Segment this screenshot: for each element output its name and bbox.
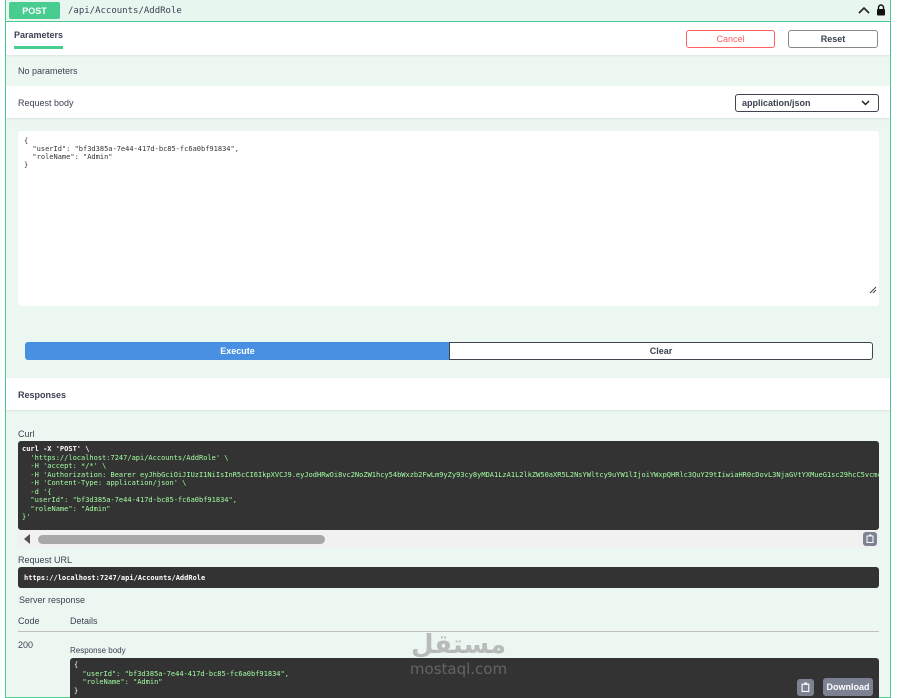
request-url-value: https://localhost:7247/api/Accounts/AddR…: [18, 567, 879, 588]
editor-line: "userId": "bf3d385a-7e44-417d-bc85-fc6a0…: [24, 145, 239, 153]
curl-line: 'https://localhost:7247/api/Accounts/Add…: [22, 453, 229, 462]
curl-line: -H 'Authorization: Bearer eyJhbGciOiJIUz…: [30, 470, 879, 479]
copy-response-button[interactable]: [797, 679, 814, 696]
execute-button[interactable]: Execute: [25, 342, 450, 360]
response-line: }: [74, 686, 79, 695]
method-badge: POST: [9, 2, 60, 19]
cancel-button[interactable]: Cancel: [686, 30, 775, 48]
curl-line: -d '{: [22, 487, 52, 496]
curl-line: curl -X 'POST' \: [22, 445, 90, 453]
scrollbar-thumb[interactable]: [38, 535, 325, 544]
curl-line: }': [22, 513, 31, 521]
no-parameters-text: No parameters: [18, 66, 78, 76]
chevron-up-icon[interactable]: [858, 5, 870, 17]
operation-path: /api/Accounts/AddRole: [68, 5, 182, 16]
clipboard-icon: [866, 534, 875, 545]
curl-line: -H 'accept: */*' \: [22, 462, 107, 470]
curl-line: "userId": "bf3d385a-7e44-417d-bc85-fc6a0…: [22, 496, 237, 504]
resize-handle-icon[interactable]: [844, 278, 877, 304]
response-body-label: Response body: [70, 646, 126, 655]
lock-icon[interactable]: [876, 4, 886, 18]
editor-line: {: [24, 137, 29, 145]
curl-code-block: curl -X 'POST' \ 'https://localhost:7247…: [18, 441, 879, 530]
curl-horizontal-scrollbar[interactable]: [18, 530, 879, 548]
curl-line: -H 'Content-Type: application/json' \: [22, 479, 187, 487]
details-column-header: Details: [70, 616, 98, 626]
copy-curl-button[interactable]: [863, 532, 877, 546]
responses-header: Responses: [6, 378, 890, 410]
content-type-value: application/json: [742, 98, 811, 108]
watermark-latin: mostaql.com: [409, 660, 508, 678]
server-response-label: Server response: [19, 595, 86, 605]
responses-title: Responses: [18, 390, 67, 400]
reset-button[interactable]: Reset: [788, 30, 878, 48]
curl-label: Curl: [18, 429, 35, 439]
tab-parameters[interactable]: Parameters: [14, 30, 64, 49]
editor-line: }: [24, 161, 29, 169]
status-code: 200: [18, 640, 34, 650]
content-type-select[interactable]: application/json: [735, 94, 879, 112]
request-url-label: Request URL: [18, 555, 73, 565]
summary-icons: [858, 4, 886, 18]
scroll-left-arrow-icon[interactable]: [24, 534, 30, 544]
clear-button[interactable]: Clear: [449, 342, 873, 360]
watermark-arabic: مستقل: [410, 630, 507, 660]
code-column-header: Code: [18, 616, 40, 626]
editor-line: "roleName": "Admin": [24, 153, 113, 161]
curl-line: "roleName": "Admin": [22, 504, 111, 513]
operation-summary[interactable]: POST /api/Accounts/AddRole: [6, 0, 890, 22]
request-body-label: Request body: [18, 98, 74, 108]
parameters-header: Parameters Cancel Reset: [6, 22, 890, 55]
operation-block: POST /api/Accounts/AddRole Parameters Ca…: [5, 0, 891, 698]
request-body-editor[interactable]: { "userId": "bf3d385a-7e44-417d-bc85-fc6…: [18, 131, 879, 306]
mostaql-watermark: مستقل mostaql.com: [401, 630, 516, 686]
chevron-down-icon: [861, 98, 870, 109]
download-button[interactable]: Download: [823, 678, 873, 696]
clipboard-icon: [801, 682, 811, 694]
